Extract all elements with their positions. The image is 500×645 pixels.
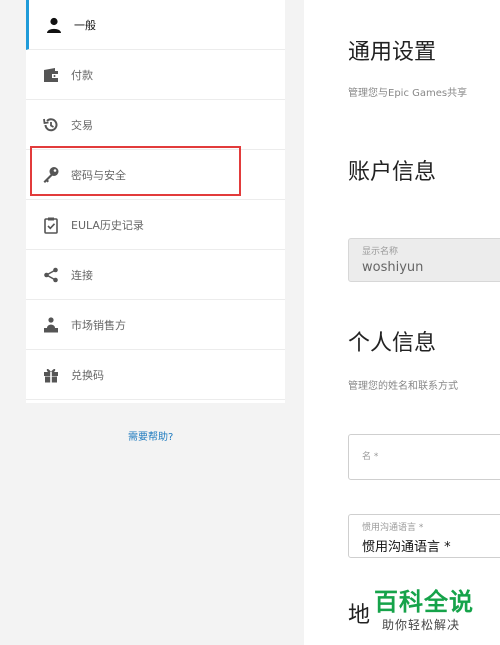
display-name-value: woshiyun (362, 260, 424, 275)
gift-icon (41, 365, 61, 385)
sidebar-item-general[interactable]: 一般 (26, 0, 285, 50)
language-value: 惯用沟通语言 * (362, 540, 451, 555)
sidebar-item-payment[interactable]: 付款 (26, 50, 285, 100)
language-label: 惯用沟通语言 * (362, 523, 424, 533)
display-name-field[interactable]: 显示名称 woshiyun (348, 238, 500, 282)
share-icon (41, 265, 61, 285)
sidebar-item-eula-history[interactable]: EULA历史记录 (26, 200, 285, 250)
general-settings-subtitle: 管理您与Epic Games共享 (348, 88, 468, 99)
sidebar-item-redeem-code[interactable]: 兑换码 (26, 350, 285, 400)
address-title: 地 (348, 603, 371, 628)
key-icon (41, 165, 61, 185)
clipboard-check-icon (41, 215, 61, 235)
sidebar-item-label: 连接 (71, 268, 93, 282)
watermark-logo: 百科全说 (374, 588, 474, 616)
account-sidebar: 一般 付款 交易 密码与安全 EULA历史记录 连接 市场销售方 兑换码 (26, 0, 285, 403)
help-link[interactable]: 需要帮助? (128, 428, 173, 443)
sidebar-item-connections[interactable]: 连接 (26, 250, 285, 300)
general-settings-title: 通用设置 (348, 40, 437, 65)
first-name-field[interactable]: 名 * (348, 434, 500, 480)
settings-panel: 通用设置 管理您与Epic Games共享 账户信息 显示名称 woshiyun… (304, 0, 500, 645)
sidebar-item-password-security[interactable]: 密码与安全 (26, 150, 285, 200)
sidebar-item-label: 一般 (74, 18, 96, 32)
sidebar-item-label: 交易 (71, 118, 93, 132)
sidebar-item-label: 市场销售方 (71, 318, 126, 332)
sidebar-item-label: EULA历史记录 (71, 218, 144, 232)
sidebar-item-label: 兑换码 (71, 368, 104, 382)
personal-info-subtitle: 管理您的姓名和联系方式 (348, 381, 458, 392)
sidebar-item-marketplace-seller[interactable]: 市场销售方 (26, 300, 285, 350)
account-info-title: 账户信息 (348, 160, 437, 185)
language-select[interactable]: 惯用沟通语言 * 惯用沟通语言 * (348, 514, 500, 558)
sidebar-item-transactions[interactable]: 交易 (26, 100, 285, 150)
watermark-tagline: 助你轻松解决 (382, 618, 461, 632)
person-icon (44, 15, 64, 35)
personal-info-title: 个人信息 (348, 331, 437, 356)
sidebar-item-label: 付款 (71, 68, 93, 82)
display-name-label: 显示名称 (362, 247, 399, 257)
seller-icon (41, 315, 61, 335)
wallet-icon (41, 65, 61, 85)
history-icon (41, 115, 61, 135)
sidebar-item-label: 密码与安全 (71, 168, 126, 182)
first-name-label: 名 * (362, 452, 379, 462)
